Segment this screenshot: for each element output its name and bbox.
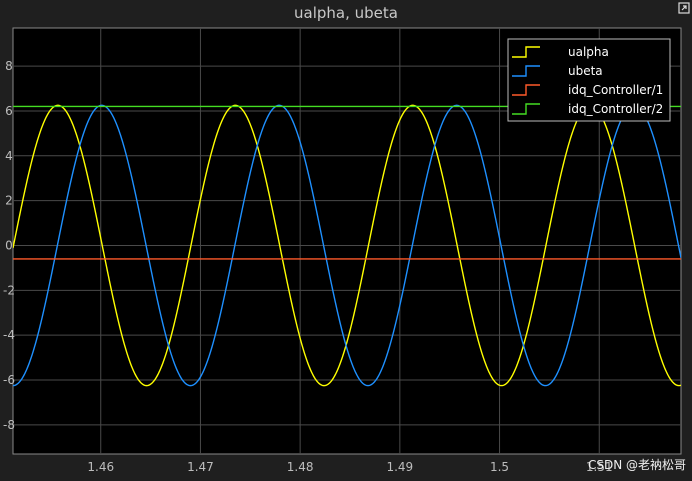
legend-label: ualpha [568,45,609,59]
y-tick-label: -6 [3,373,15,387]
legend-label: idq_Controller/2 [568,102,663,116]
y-tick-label: -8 [3,418,15,432]
y-tick-label: 6 [5,104,13,118]
plot-canvas[interactable]: 1.46 1.47 1.48 1.49 1.5 1.51 86420-2-4-6-8 ua… [0,0,692,481]
y-tick-label: 2 [5,194,13,208]
legend-label: idq_Controller/1 [568,83,663,97]
x-tick-label: 1.48 [287,460,314,474]
y-tick-label: 0 [5,238,13,252]
x-tick-labels: 1.46 1.47 1.48 1.49 1.5 1.51 [87,460,612,474]
x-tick-label: 1.5 [490,460,509,474]
y-tick-label: -2 [3,283,15,297]
x-tick-label: 1.46 [87,460,114,474]
legend[interactable]: ualpha ubeta idq_Controller/1 idq_Controlle… [507,38,671,122]
y-tick-label: 8 [5,59,13,73]
x-tick-label: 1.47 [187,460,214,474]
y-tick-label: 4 [5,149,13,163]
legend-label: ubeta [568,64,603,78]
y-tick-label: -4 [3,328,15,342]
watermark: CSDN @老衲松哥 [587,458,686,472]
x-tick-label: 1.49 [386,460,413,474]
